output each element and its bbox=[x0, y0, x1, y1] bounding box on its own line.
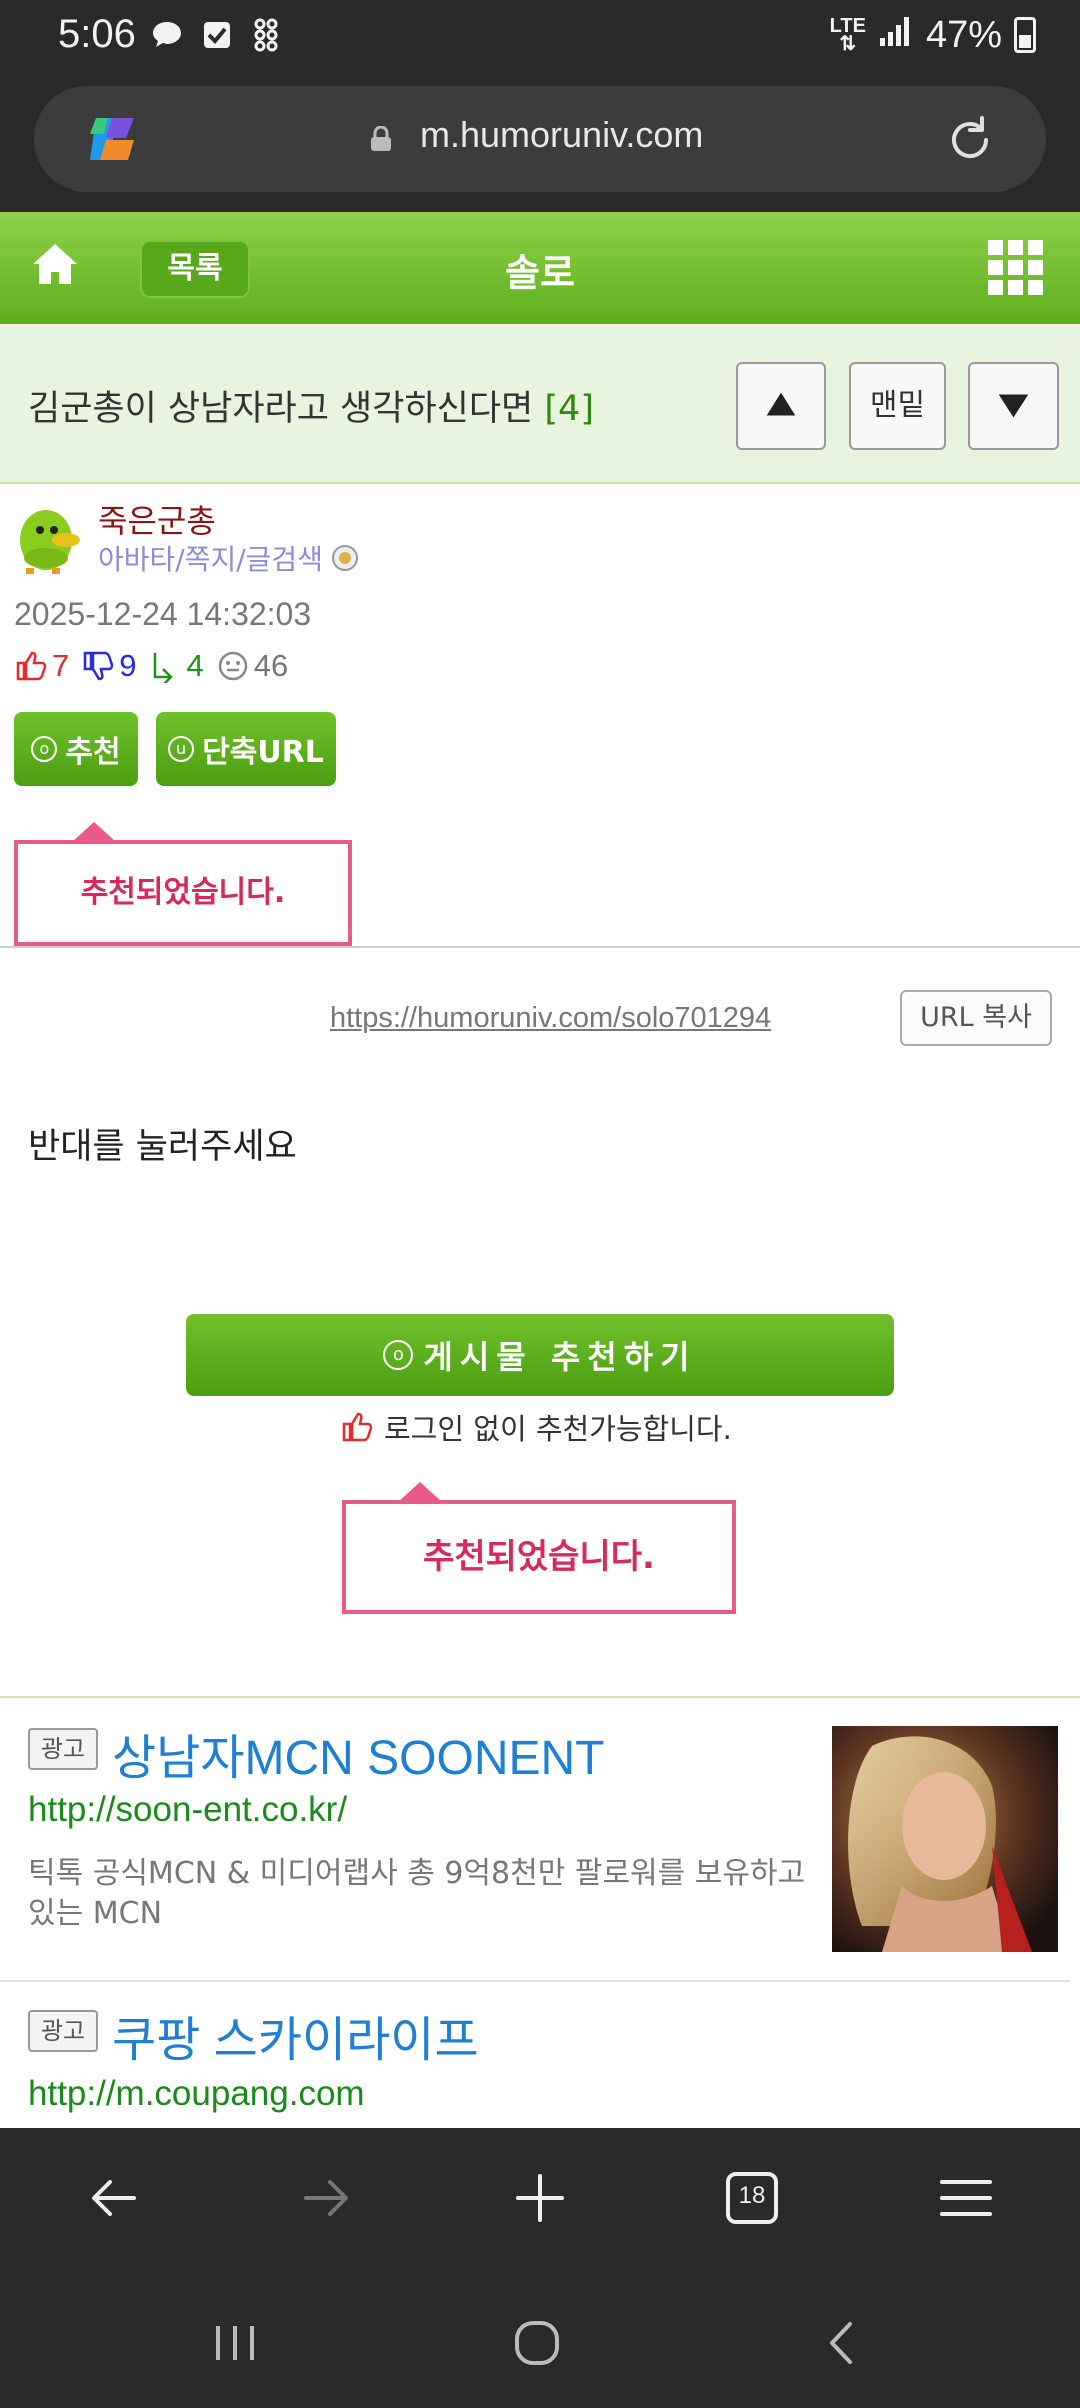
hamburger-menu-icon[interactable] bbox=[938, 2170, 994, 2226]
address-bar[interactable]: m.humoruniv.com bbox=[34, 86, 1046, 192]
forward-arrow-icon[interactable] bbox=[298, 2170, 354, 2226]
battery-percent: 47% bbox=[925, 13, 1002, 56]
browser-toolbar: m.humoruniv.com bbox=[0, 72, 1080, 212]
post-stats: 7 9 4 46 bbox=[14, 648, 288, 684]
ad-image[interactable] bbox=[832, 1726, 1058, 1952]
browser-bottom-toolbar: 18 bbox=[0, 2128, 1080, 2278]
view-count: 46 bbox=[253, 648, 289, 683]
no-login-text: 로그인 없이 추천가능합니다. bbox=[384, 1412, 732, 1446]
lock-icon bbox=[370, 125, 392, 152]
post-url-link[interactable]: https://humoruniv.com/solo701294 bbox=[330, 1002, 771, 1035]
notification-icons bbox=[148, 16, 286, 54]
system-back-icon[interactable] bbox=[818, 2318, 868, 2368]
tabs-icon[interactable]: 18 bbox=[724, 2170, 780, 2226]
post-recommend-label: 게시물 추천하기 bbox=[423, 1338, 697, 1376]
battery-icon bbox=[1014, 17, 1036, 53]
no-login-note: 로그인 없이 추천가능합니다. bbox=[340, 1406, 732, 1448]
post-recommend-button[interactable]: o 게시물 추천하기 bbox=[186, 1314, 894, 1396]
ad-url[interactable]: http://m.coupang.com bbox=[28, 2074, 365, 2114]
author-links-text[interactable]: 아바타/쪽지/글검색 bbox=[98, 538, 323, 578]
circle-o-icon: o bbox=[383, 1340, 414, 1370]
recent-apps-icon[interactable] bbox=[210, 2318, 260, 2368]
scroll-up-button[interactable] bbox=[736, 362, 826, 450]
signal-icon bbox=[878, 12, 914, 58]
checkbox-icon bbox=[198, 16, 236, 54]
upvote-count: 7 bbox=[52, 648, 70, 683]
chat-bubble-icon bbox=[148, 16, 186, 54]
circle-o-icon: o bbox=[31, 736, 58, 762]
divider bbox=[0, 1696, 1080, 1698]
reply-count: 4 bbox=[186, 648, 204, 683]
status-time: 5:06 bbox=[58, 12, 136, 56]
post-title-row: 김군총이 상남자라고 생각하신다면 [4] 맨밑 bbox=[0, 324, 1080, 484]
member-badge-icon bbox=[331, 544, 359, 572]
author-links: 아바타/쪽지/글검색 bbox=[98, 538, 359, 578]
avatar[interactable] bbox=[12, 500, 84, 576]
comment-count[interactable]: [4] bbox=[544, 389, 594, 429]
status-right: LTE ⇅ 47% bbox=[830, 12, 1036, 58]
smiley-icon bbox=[218, 651, 247, 681]
recommend-button[interactable]: o 추천 bbox=[14, 712, 138, 786]
ad-title[interactable]: 쿠팡 스카이라이프 bbox=[112, 2000, 479, 2070]
new-tab-plus-icon[interactable] bbox=[512, 2170, 568, 2226]
post-title-text: 김군총이 상남자라고 생각하신다면 bbox=[28, 389, 534, 429]
ad-label: 광고 bbox=[28, 2010, 98, 2052]
ad-description: 틱톡 공식MCN & 미디어랩사 총 9억8천만 팔로워를 보유하고있는 MCN bbox=[28, 1856, 806, 1931]
ad-title[interactable]: 상남자MCN SOONENT bbox=[112, 1718, 604, 1788]
home-circle-icon[interactable] bbox=[512, 2318, 562, 2368]
app-grid-icon bbox=[248, 16, 286, 54]
scroll-down-button[interactable] bbox=[968, 362, 1059, 450]
post-body: 반대를 눌러주세요 bbox=[28, 1127, 297, 1167]
short-url-button[interactable]: u 단축URL bbox=[156, 712, 336, 786]
triangle-up-icon bbox=[766, 392, 796, 416]
back-arrow-icon[interactable] bbox=[86, 2170, 142, 2226]
copilot-icon[interactable] bbox=[82, 110, 144, 168]
divider bbox=[0, 946, 1080, 948]
status-bar: 5:06 LTE ⇅ 47% bbox=[0, 0, 1080, 72]
recommend-label: 추천 bbox=[65, 735, 121, 770]
author-name[interactable]: 죽은군총 bbox=[98, 496, 216, 542]
board-title: 솔로 bbox=[505, 251, 575, 295]
tab-count: 18 bbox=[738, 2182, 766, 2209]
downvote-count: 9 bbox=[119, 648, 137, 683]
thumbs-up-icon bbox=[16, 651, 47, 681]
thumbs-down-icon bbox=[84, 651, 114, 681]
recommended-tooltip: 추천되었습니다. bbox=[14, 822, 352, 946]
reload-icon[interactable] bbox=[942, 112, 998, 168]
url-text[interactable]: m.humoruniv.com bbox=[420, 114, 703, 156]
menu-grid-icon[interactable] bbox=[988, 240, 1044, 296]
circle-u-icon: u bbox=[168, 736, 195, 762]
ad-label: 광고 bbox=[28, 1728, 98, 1770]
divider bbox=[0, 1980, 1070, 1982]
reply-icon bbox=[153, 653, 173, 683]
triangle-down-icon bbox=[998, 394, 1029, 418]
recommended-tooltip-2: 추천되었습니다. bbox=[342, 1482, 736, 1614]
post-title: 김군총이 상남자라고 생각하신다면 [4] bbox=[28, 380, 594, 431]
ad-url[interactable]: http://soon-ent.co.kr/ bbox=[28, 1790, 347, 1830]
scroll-bottom-button[interactable]: 맨밑 bbox=[849, 362, 946, 450]
url-copy-button[interactable]: URL 복사 bbox=[900, 990, 1052, 1046]
network-label: LTE bbox=[829, 15, 866, 37]
short-url-label: 단축URL bbox=[202, 735, 324, 770]
thumbs-up-icon bbox=[342, 1412, 373, 1442]
post-date: 2025-12-24 14:32:03 bbox=[14, 596, 312, 632]
system-navigation-bar bbox=[0, 2278, 1080, 2408]
lte-indicator: LTE ⇅ bbox=[829, 15, 866, 55]
site-header: 목록 솔로 bbox=[0, 212, 1080, 324]
